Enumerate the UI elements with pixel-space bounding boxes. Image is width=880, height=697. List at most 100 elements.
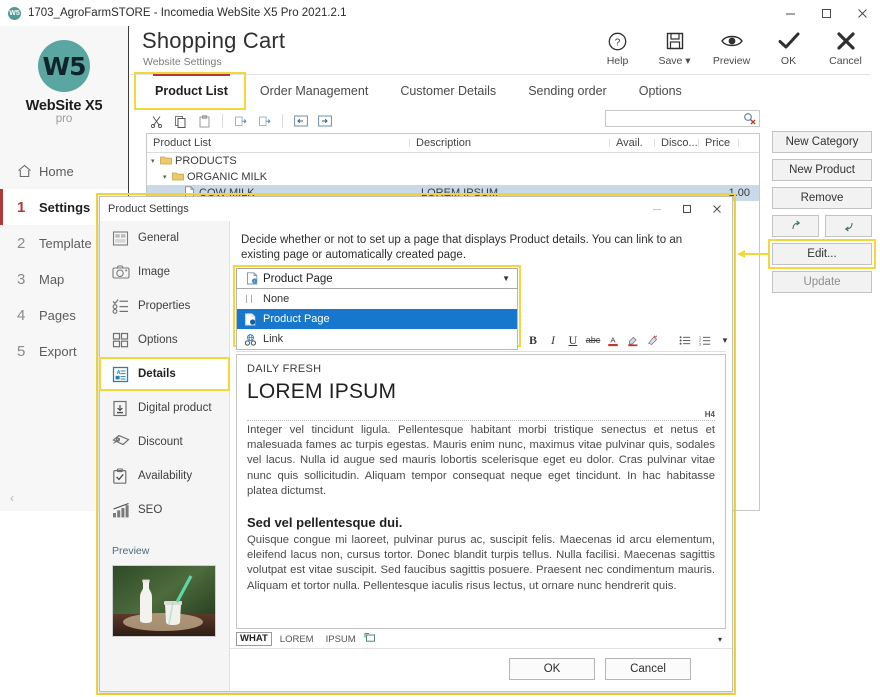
status-tag-what[interactable]: WHAT <box>236 632 272 646</box>
product-settings-dialog: Product Settings General <box>99 196 733 692</box>
ok-button[interactable]: OK <box>760 28 817 67</box>
highlight-color-icon[interactable] <box>627 333 639 348</box>
new-category-button[interactable]: New Category <box>772 131 872 153</box>
close-x-icon <box>817 28 874 54</box>
dialog-tab-seo-label: SEO <box>138 504 162 516</box>
editor-status-bar: WHAT LOREM IPSUM ▾ <box>236 631 726 647</box>
toolbar-separator-2 <box>282 114 283 128</box>
expand-all-icon[interactable] <box>314 111 335 131</box>
tab-options-label: Options <box>639 84 682 98</box>
details-highlight-annotation <box>99 357 230 391</box>
dialog-tab-general[interactable]: General <box>100 221 229 255</box>
status-expand-caret-icon[interactable]: ▾ <box>718 635 722 644</box>
move-up-icon[interactable] <box>772 215 819 237</box>
column-price: Price <box>699 137 739 149</box>
dialog-tab-seo[interactable]: SEO <box>100 493 229 527</box>
sidebar-item-home-label: Home <box>39 164 74 179</box>
bullet-list-icon[interactable] <box>679 334 691 347</box>
close-icon[interactable] <box>702 197 732 221</box>
tab-customer-details[interactable]: Customer Details <box>384 78 512 104</box>
remove-button[interactable]: Remove <box>772 187 872 209</box>
tab-options[interactable]: Options <box>623 78 698 104</box>
font-color-icon[interactable]: A <box>607 333 619 348</box>
logo-mark-icon: W5 <box>38 40 90 92</box>
numbered-list-icon[interactable]: 123 <box>699 334 711 347</box>
page-select-option-none-label: None <box>263 293 289 305</box>
close-icon[interactable] <box>844 0 880 26</box>
expand-triangle-icon[interactable]: ▾ <box>163 173 172 181</box>
page-select-option-product-page-label: Product Page <box>263 313 330 325</box>
sidebar-item-pages-label: Pages <box>39 308 76 323</box>
dialog-tab-properties-label: Properties <box>138 300 190 312</box>
dialog-tab-digital-product[interactable]: Digital product <box>100 391 229 425</box>
bold-icon[interactable]: B <box>527 333 539 348</box>
strikethrough-icon[interactable]: abc <box>587 335 599 345</box>
underline-icon[interactable]: U <box>567 333 579 348</box>
update-button[interactable]: Update <box>772 271 872 293</box>
brand-logo: W5 WebSite X5 pro <box>0 26 128 125</box>
move-down-icon[interactable] <box>825 215 872 237</box>
status-tag-ipsum[interactable]: IPSUM <box>322 633 360 646</box>
dialog-tab-options[interactable]: Options <box>100 323 229 357</box>
collapse-all-icon[interactable] <box>290 111 311 131</box>
dialog-tab-image-label: Image <box>138 266 170 278</box>
maximize-icon[interactable] <box>808 0 844 26</box>
editor-kicker: DAILY FRESH <box>247 363 715 375</box>
cut-icon[interactable] <box>146 111 167 131</box>
camera-icon <box>112 264 138 280</box>
toolbar-overflow-icon[interactable]: ▼ <box>719 336 731 345</box>
preview-button[interactable]: Preview <box>703 28 760 67</box>
preview-label: Preview <box>703 55 760 67</box>
edit-button-highlight-annotation <box>768 239 876 269</box>
clear-format-icon[interactable] <box>647 333 659 348</box>
table-cell-name: PRODUCTS <box>173 155 237 167</box>
tab-sending-order[interactable]: Sending order <box>512 78 623 104</box>
sidebar-item-home[interactable]: Home <box>0 153 128 189</box>
expand-triangle-icon[interactable]: ▾ <box>151 157 160 165</box>
minimize-icon[interactable] <box>772 0 808 26</box>
help-button[interactable]: ? Help <box>589 28 646 67</box>
dialog-ok-button[interactable]: OK <box>509 658 595 680</box>
dialog-cancel-button[interactable]: Cancel <box>605 658 691 680</box>
svg-text:?: ? <box>615 37 621 48</box>
status-tag-lorem[interactable]: LOREM <box>276 633 318 646</box>
italic-icon[interactable]: I <box>547 333 559 348</box>
annotation-arrow <box>737 248 769 260</box>
dialog-tab-availability[interactable]: Availability <box>100 459 229 493</box>
download-doc-icon <box>112 400 138 417</box>
new-product-button[interactable]: New Product <box>772 159 872 181</box>
sidebar-item-export-number: 5 <box>17 343 39 360</box>
chevron-down-icon[interactable]: ▼ <box>502 274 510 283</box>
search-input[interactable] <box>605 110 760 127</box>
column-discount: Disco... <box>655 137 699 149</box>
page-select-option-none[interactable]: None <box>237 289 517 309</box>
dialog-tab-discount[interactable]: Discount <box>100 425 229 459</box>
check-icon <box>760 28 817 54</box>
maximize-icon[interactable] <box>672 197 702 221</box>
svg-text:3: 3 <box>699 342 701 346</box>
dialog-tab-details[interactable]: A Details <box>100 357 229 391</box>
save-button[interactable]: Save ▾ <box>646 28 703 67</box>
tab-order-management[interactable]: Order Management <box>244 78 384 104</box>
export-row-icon[interactable] <box>254 111 275 131</box>
table-row[interactable]: ▾ ORGANIC MILK <box>147 169 759 185</box>
svg-text:i: i <box>254 279 255 284</box>
page-select-options[interactable]: None Product Page Link <box>236 289 518 350</box>
tag-add-icon[interactable] <box>364 632 376 646</box>
dialog-tab-image[interactable]: Image <box>100 255 229 289</box>
column-avail: Avail. <box>610 137 655 149</box>
table-row[interactable]: ▾ PRODUCTS <box>147 153 759 169</box>
rich-text-editor[interactable]: DAILY FRESH LOREM IPSUM H4 Integer vel t… <box>236 354 726 629</box>
cancel-button[interactable]: Cancel <box>817 28 874 67</box>
paste-icon[interactable] <box>194 111 215 131</box>
page-select[interactable]: i Product Page ▼ <box>236 268 518 289</box>
page-subtitle: Website Settings <box>143 56 222 68</box>
column-description: Description <box>410 137 610 149</box>
copy-icon[interactable] <box>170 111 191 131</box>
rail-collapse-button[interactable]: ‹ <box>10 491 14 505</box>
page-select-option-product-page[interactable]: Product Page <box>237 309 517 329</box>
dialog-tab-properties[interactable]: Properties <box>100 289 229 323</box>
search-clear-icon[interactable] <box>743 112 756 128</box>
page-select-option-link[interactable]: Link <box>237 329 517 349</box>
import-row-icon[interactable] <box>230 111 251 131</box>
